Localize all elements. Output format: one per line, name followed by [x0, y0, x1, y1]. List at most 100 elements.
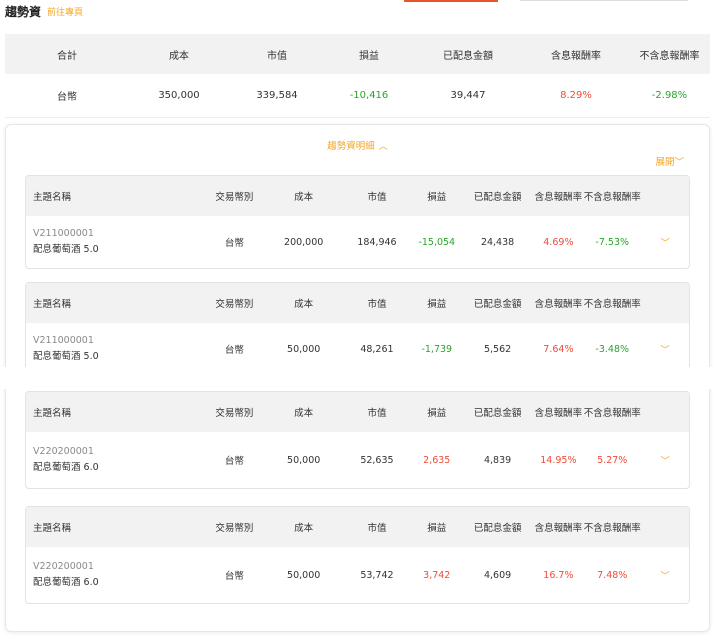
cost-value: 50,000	[287, 343, 321, 355]
product-name-block: V220200001 配息葡萄酒 6.0	[26, 444, 203, 476]
detail-card: 主題名稱 交易幣別 成本 市值 損益 已配息金額 含息報酬率 不含息報酬率 V2…	[25, 391, 690, 489]
dividend-value: 24,438	[480, 236, 515, 248]
header-return-without-dividend: 不含息報酬率	[583, 299, 641, 310]
chevron-down-icon[interactable]: ﹀	[641, 568, 689, 582]
header-return-with-dividend: 含息報酬率	[534, 192, 583, 203]
currency-value: 台幣	[224, 238, 244, 249]
market-value: 184,946	[357, 236, 397, 248]
screenshot-seam	[0, 367, 720, 389]
header-market-value: 市值	[367, 523, 387, 534]
header-name: 主題名稱	[33, 408, 72, 419]
return-with-dividend-value: 16.7%	[543, 569, 574, 581]
expand-all-button[interactable]: 展開﹀	[655, 154, 684, 168]
chevron-down-icon[interactable]: ﹀	[641, 342, 689, 356]
goto-page-link[interactable]: 前往專頁	[47, 5, 83, 18]
chevron-down-icon[interactable]: ﹀	[641, 235, 689, 249]
cost-value: 200,000	[284, 236, 324, 248]
active-tab-indicator	[404, 0, 498, 2]
detail-card: 主題名稱 交易幣別 成本 市值 損益 已配息金額 含息報酬率 不含息報酬率 V2…	[25, 506, 690, 604]
header-market-value: 市值	[367, 299, 387, 310]
summary-return-without-dividend: -2.98%	[651, 90, 688, 101]
header-profit-loss: 損益	[427, 299, 447, 310]
header-dividend: 已配息金額	[473, 299, 522, 310]
product-name: 配息葡萄酒 5.0	[33, 351, 99, 362]
currency-value: 台幣	[224, 571, 244, 582]
card-header-row: 主題名稱 交易幣別 成本 市值 損益 已配息金額 含息報酬率 不含息報酬率	[26, 283, 689, 323]
header-cost: 成本	[294, 523, 314, 534]
header-currency: 交易幣別	[215, 408, 254, 419]
header-market-value: 市值	[367, 192, 387, 203]
product-code: V211000001	[33, 228, 94, 239]
header-return-with-dividend: 含息報酬率	[534, 408, 583, 419]
product-name: 配息葡萄酒 6.0	[33, 577, 99, 588]
summary-header-total: 合計	[57, 50, 77, 62]
card-header-row: 主題名稱 交易幣別 成本 市值 損益 已配息金額 含息報酬率 不含息報酬率	[26, 507, 689, 547]
profit-loss-value: -15,054	[418, 236, 456, 248]
header-return-with-dividend: 含息報酬率	[534, 523, 583, 534]
chevron-down-icon[interactable]: ﹀	[641, 453, 689, 467]
product-name: 配息葡萄酒 6.0	[33, 462, 99, 473]
section-title: 趨勢資	[5, 4, 42, 19]
header-dividend: 已配息金額	[473, 408, 522, 419]
summary-header-return-without-dividend: 不含息報酬率	[639, 50, 700, 62]
detail-title: 趨勢資明細	[327, 141, 375, 152]
header-return-without-dividend: 不含息報酬率	[583, 192, 641, 203]
market-value: 48,261	[360, 343, 394, 355]
header-cost: 成本	[294, 192, 314, 203]
summary-header-cost: 成本	[169, 50, 189, 62]
return-with-dividend-value: 14.95%	[540, 454, 577, 466]
header-return-without-dividend: 不含息報酬率	[583, 523, 641, 534]
chevron-up-icon: ︿	[378, 142, 388, 152]
header-cost: 成本	[294, 408, 314, 419]
header-name: 主題名稱	[33, 523, 72, 534]
summary-table: 合計 成本 市值 損益 已配息金額 含息報酬率 不含息報酬率 台幣 350,00…	[5, 34, 710, 118]
top-divider	[520, 0, 688, 1]
market-value: 53,742	[360, 569, 394, 581]
cost-value: 50,000	[287, 569, 321, 581]
summary-dividend: 39,447	[450, 90, 486, 101]
return-without-dividend-value: 5.27%	[597, 454, 628, 466]
return-with-dividend-value: 4.69%	[543, 236, 574, 248]
summary-market-value: 339,584	[256, 90, 298, 101]
card-data-row: V220200001 配息葡萄酒 6.0 台幣 50,000 53,742 3,…	[26, 547, 689, 603]
return-with-dividend-value: 7.64%	[543, 343, 574, 355]
product-code: V220200001	[33, 561, 94, 572]
detail-card: 主題名稱 交易幣別 成本 市值 損益 已配息金額 含息報酬率 不含息報酬率 V2…	[25, 175, 690, 269]
product-name-block: V211000001 配息葡萄酒 5.0	[26, 226, 203, 258]
currency-value: 台幣	[224, 345, 244, 356]
return-without-dividend-value: -3.48%	[595, 343, 630, 355]
section-header: 趨勢資 前往專頁	[5, 3, 83, 19]
header-name: 主題名稱	[33, 299, 72, 310]
market-value: 52,635	[360, 454, 394, 466]
profit-loss-value: -1,739	[421, 343, 453, 355]
header-profit-loss: 損益	[427, 192, 447, 203]
header-profit-loss: 損益	[427, 408, 447, 419]
header-dividend: 已配息金額	[473, 523, 522, 534]
expand-all-label: 展開	[655, 157, 675, 168]
summary-cost: 350,000	[158, 90, 200, 101]
profit-loss-value: 2,635	[423, 454, 451, 466]
product-code: V220200001	[33, 446, 94, 457]
return-without-dividend-value: 7.48%	[597, 569, 628, 581]
detail-toggle[interactable]: 趨勢資明細 ︿	[6, 138, 709, 152]
product-name-block: V211000001 配息葡萄酒 5.0	[26, 333, 203, 365]
dividend-value: 4,839	[483, 454, 512, 466]
product-name: 配息葡萄酒 5.0	[33, 244, 99, 255]
header-currency: 交易幣別	[215, 299, 254, 310]
header-profit-loss: 損益	[427, 523, 447, 534]
dividend-value: 5,562	[483, 343, 512, 355]
header-dividend: 已配息金額	[473, 192, 522, 203]
header-currency: 交易幣別	[215, 523, 254, 534]
card-header-row: 主題名稱 交易幣別 成本 市值 損益 已配息金額 含息報酬率 不含息報酬率	[26, 176, 689, 216]
summary-header-dividend: 已配息金額	[443, 50, 493, 62]
summary-header-return-with-dividend: 含息報酬率	[551, 50, 601, 62]
chevron-down-icon: ﹀	[674, 157, 684, 168]
header-currency: 交易幣別	[215, 192, 254, 203]
header-name: 主題名稱	[33, 192, 72, 203]
summary-header-profit-loss: 損益	[359, 50, 379, 62]
cost-value: 50,000	[287, 454, 321, 466]
header-market-value: 市值	[367, 408, 387, 419]
card-data-row: V211000001 配息葡萄酒 5.0 台幣 200,000 184,946 …	[26, 216, 689, 268]
card-header-row: 主題名稱 交易幣別 成本 市值 損益 已配息金額 含息報酬率 不含息報酬率	[26, 392, 689, 432]
header-cost: 成本	[294, 299, 314, 310]
